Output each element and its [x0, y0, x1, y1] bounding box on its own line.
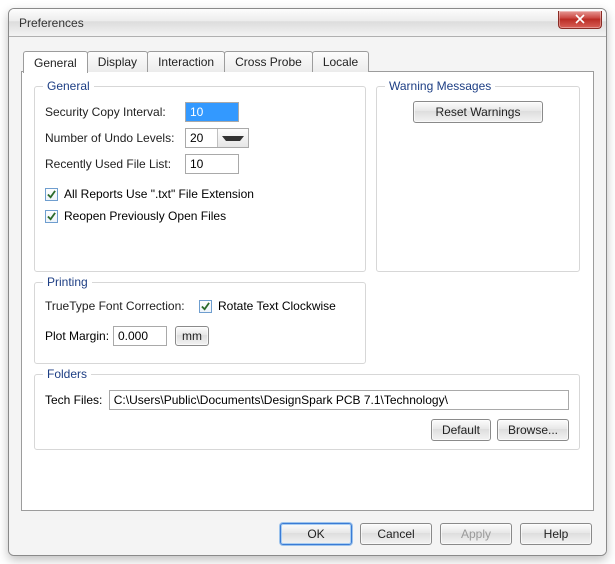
client-area: General Display Interaction Cross Probe …: [9, 37, 606, 555]
security-interval-input[interactable]: [185, 102, 239, 122]
group-folders-legend: Folders: [43, 367, 91, 381]
undo-levels-label: Number of Undo Levels:: [45, 131, 185, 145]
recent-files-input[interactable]: [185, 154, 239, 174]
plot-margin-label: Plot Margin:: [45, 329, 113, 343]
ok-button[interactable]: OK: [280, 523, 352, 545]
recent-files-label: Recently Used File List:: [45, 157, 185, 171]
apply-button[interactable]: Apply: [440, 523, 512, 545]
tab-cross-probe[interactable]: Cross Probe: [224, 51, 313, 72]
group-printing: Printing TrueType Font Correction: Rotat…: [34, 282, 366, 364]
reset-warnings-button[interactable]: Reset Warnings: [413, 101, 543, 123]
checkbox-reopen-files-label: Reopen Previously Open Files: [64, 209, 226, 223]
checkbox-reopen-files[interactable]: [45, 210, 58, 223]
close-button[interactable]: [558, 11, 602, 29]
tabpage-general: General Security Copy Interval: Number o…: [21, 71, 594, 511]
security-interval-label: Security Copy Interval:: [45, 105, 185, 119]
tab-interaction[interactable]: Interaction: [147, 51, 225, 72]
group-general: General Security Copy Interval: Number o…: [34, 86, 366, 272]
ttf-correction-label: TrueType Font Correction:: [45, 299, 193, 313]
checkbox-rotate-clockwise[interactable]: [199, 300, 212, 313]
tab-general[interactable]: General: [23, 51, 88, 73]
tabstrip: General Display Interaction Cross Probe …: [23, 49, 594, 71]
checkbox-txt-extension[interactable]: [45, 188, 58, 201]
undo-levels-combo[interactable]: 20: [185, 128, 249, 148]
preferences-dialog: Preferences General Display Interaction …: [8, 8, 607, 556]
tab-display[interactable]: Display: [87, 51, 148, 72]
checkbox-rotate-clockwise-label: Rotate Text Clockwise: [218, 299, 336, 313]
close-icon: [575, 14, 585, 24]
help-button[interactable]: Help: [520, 523, 592, 545]
cancel-button[interactable]: Cancel: [360, 523, 432, 545]
window-title: Preferences: [19, 16, 84, 30]
browse-button[interactable]: Browse...: [497, 419, 569, 441]
chevron-down-icon: [217, 129, 249, 147]
group-general-legend: General: [43, 79, 94, 93]
undo-levels-value: 20: [186, 131, 217, 145]
group-warning-legend: Warning Messages: [385, 79, 495, 93]
tab-locale[interactable]: Locale: [312, 51, 369, 72]
titlebar: Preferences: [9, 9, 606, 37]
dialog-buttonbar: OK Cancel Apply Help: [9, 513, 606, 555]
tech-files-input[interactable]: [109, 390, 569, 410]
group-printing-legend: Printing: [43, 275, 92, 289]
tech-files-label: Tech Files:: [45, 393, 109, 407]
checkbox-txt-extension-label: All Reports Use ".txt" File Extension: [64, 187, 254, 201]
default-button[interactable]: Default: [431, 419, 491, 441]
group-warning: Warning Messages Reset Warnings: [376, 86, 580, 272]
plot-margin-input[interactable]: [113, 326, 167, 346]
unit-button[interactable]: mm: [175, 326, 209, 346]
group-folders: Folders Tech Files: Default Browse...: [34, 374, 580, 450]
